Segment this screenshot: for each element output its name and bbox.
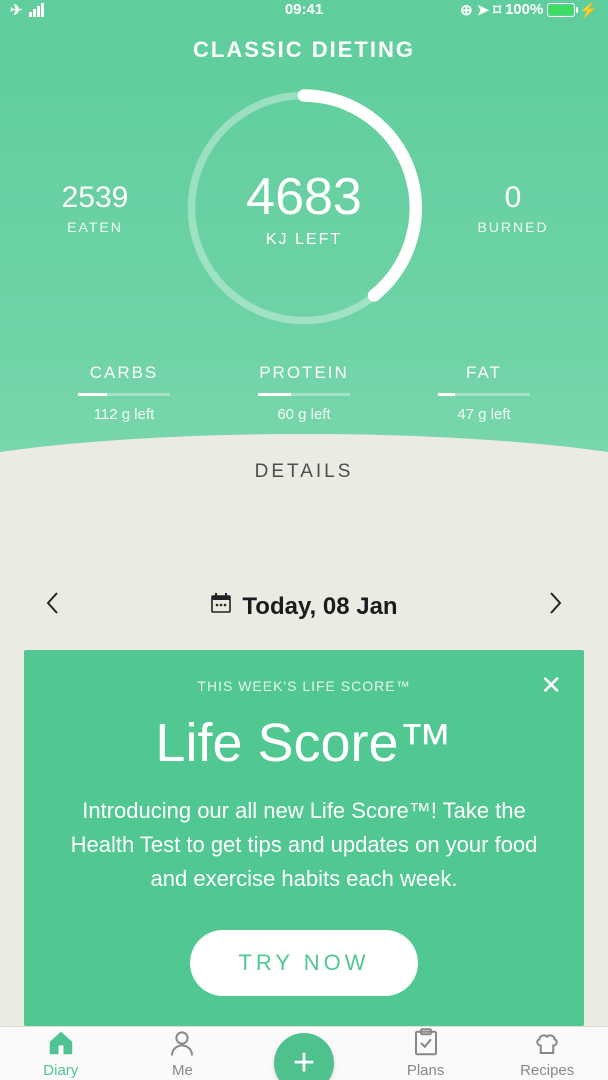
burned-stat: 0 BURNED	[458, 181, 568, 235]
plus-icon: +	[293, 1042, 315, 1080]
battery-icon	[547, 3, 575, 17]
tab-plans[interactable]: Plans	[365, 1027, 487, 1080]
burned-label: BURNED	[458, 219, 568, 235]
battery-percent: 100%	[505, 1, 543, 18]
add-button[interactable]: +	[274, 1033, 334, 1080]
macro-carbs-name: CARBS	[49, 363, 199, 383]
location-icon: ➤	[477, 1, 490, 19]
home-icon	[46, 1028, 76, 1058]
person-icon	[167, 1028, 197, 1058]
burned-value: 0	[458, 181, 568, 215]
dashboard-hero: CLASSIC DIETING 2539 EATEN 4683 KJ LEFT …	[0, 19, 608, 553]
charging-icon: ⚡	[579, 1, 598, 19]
macro-carbs[interactable]: CARBS 112 g left	[49, 363, 199, 423]
tab-me[interactable]: Me	[122, 1027, 244, 1080]
macro-fat[interactable]: FAT 47 g left	[409, 363, 559, 423]
airplay-icon: ⌑	[493, 1, 501, 19]
macro-protein-remaining: 60 g left	[229, 406, 379, 423]
tab-recipes[interactable]: Recipes	[486, 1027, 608, 1080]
eaten-label: EATEN	[40, 219, 150, 235]
card-eyebrow: THIS WEEK'S LIFE SCORE™	[52, 678, 556, 694]
status-bar: ✈ 09:41 ⊕ ➤ ⌑ 100% ⚡	[0, 0, 608, 19]
ring-label: KJ LEFT	[266, 231, 342, 249]
tab-diary[interactable]: Diary	[0, 1027, 122, 1080]
ring-value: 4683	[246, 167, 362, 227]
date-label: Today, 08 Jan	[242, 593, 397, 621]
tab-me-label: Me	[172, 1062, 193, 1079]
macro-carbs-remaining: 112 g left	[49, 406, 199, 423]
lock-rotation-icon: ⊕	[460, 1, 473, 19]
macro-fat-name: FAT	[409, 363, 559, 383]
card-body: Introducing our all new Life Score™! Tak…	[52, 794, 556, 896]
date-picker[interactable]: Today, 08 Jan	[210, 592, 397, 621]
previous-day-button[interactable]	[38, 591, 68, 622]
eaten-stat: 2539 EATEN	[40, 181, 150, 235]
life-score-card: ✕ THIS WEEK'S LIFE SCORE™ Life Score™ In…	[24, 650, 584, 1026]
airplane-icon: ✈	[10, 1, 23, 19]
tab-diary-label: Diary	[43, 1062, 78, 1079]
details-button[interactable]: DETAILS	[0, 423, 608, 493]
signal-icon	[29, 3, 44, 17]
tab-bar: Diary Me Plans Recipes +	[0, 1026, 608, 1080]
macro-protein[interactable]: PROTEIN 60 g left	[229, 363, 379, 423]
plan-title: CLASSIC DIETING	[0, 19, 608, 73]
macro-protein-name: PROTEIN	[229, 363, 379, 383]
tab-recipes-label: Recipes	[520, 1062, 574, 1079]
status-time: 09:41	[285, 1, 323, 18]
macro-fat-remaining: 47 g left	[409, 406, 559, 423]
checklist-icon	[411, 1028, 441, 1058]
card-title: Life Score™	[52, 712, 556, 774]
date-bar: Today, 08 Jan	[0, 553, 608, 650]
energy-ring[interactable]: 4683 KJ LEFT	[179, 83, 429, 333]
try-now-button[interactable]: TRY NOW	[190, 930, 417, 996]
calendar-icon	[210, 592, 232, 621]
next-day-button[interactable]	[540, 591, 570, 622]
tab-plans-label: Plans	[407, 1062, 445, 1079]
eaten-value: 2539	[40, 181, 150, 215]
chef-hat-icon	[532, 1028, 562, 1058]
